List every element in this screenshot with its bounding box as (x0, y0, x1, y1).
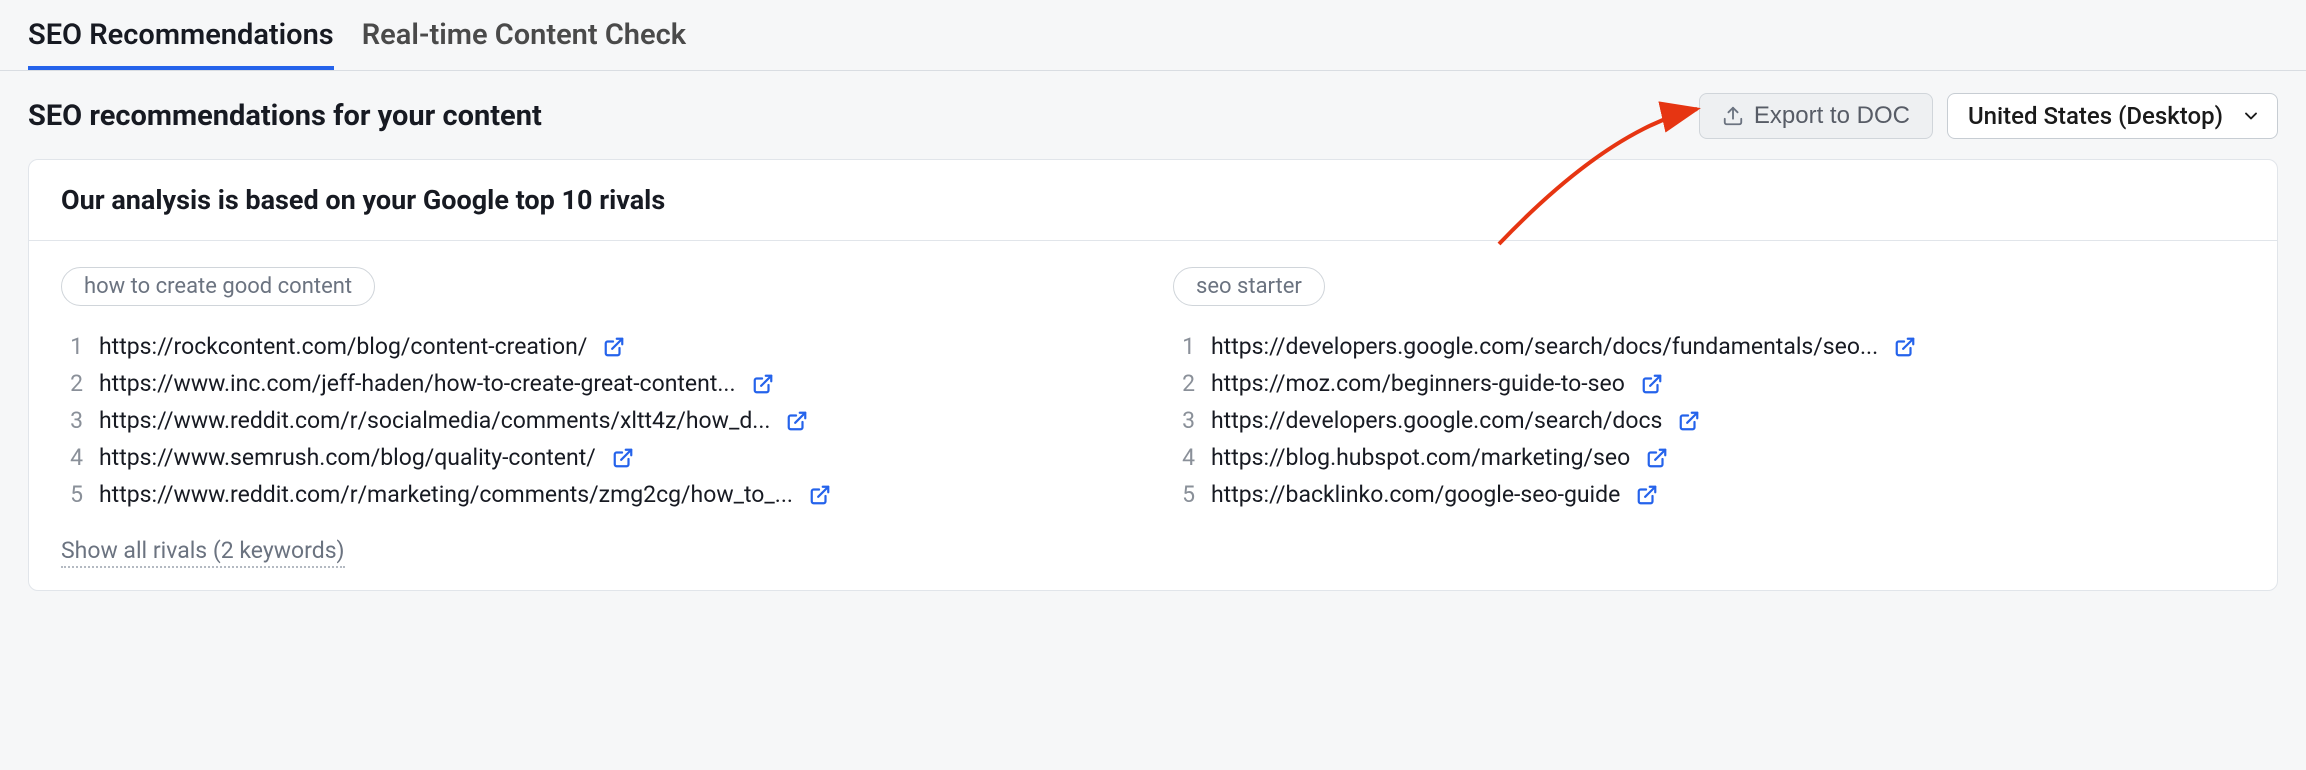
keyword-pill[interactable]: seo starter (1173, 267, 1325, 306)
locale-selector[interactable]: United States (Desktop) (1947, 93, 2278, 139)
rival-rank: 2 (61, 370, 83, 397)
rival-item: 1 https://developers.google.com/search/d… (1173, 328, 2245, 365)
external-link-icon[interactable] (603, 336, 625, 358)
external-link-icon[interactable] (1678, 410, 1700, 432)
locale-selector-value: United States (Desktop) (1968, 102, 2223, 130)
upload-icon (1722, 105, 1744, 127)
rival-item: 5 https://backlinko.com/google-seo-guide (1173, 476, 2245, 513)
rival-url: https://www.inc.com/jeff-haden/how-to-cr… (99, 370, 736, 397)
card-title: Our analysis is based on your Google top… (61, 184, 2245, 216)
rival-rank: 3 (61, 407, 83, 434)
rival-url: https://developers.google.com/search/doc… (1211, 407, 1662, 434)
external-link-icon[interactable] (1641, 373, 1663, 395)
rival-item: 2 https://www.inc.com/jeff-haden/how-to-… (61, 365, 1133, 402)
rival-list: 1 https://rockcontent.com/blog/content-c… (61, 328, 1133, 513)
rival-item: 4 https://www.semrush.com/blog/quality-c… (61, 439, 1133, 476)
keyword-column: seo starter 1 https://developers.google.… (1173, 267, 2245, 513)
rival-url: https://www.reddit.com/r/marketing/comme… (99, 481, 793, 508)
tab-realtime-content-check[interactable]: Real-time Content Check (362, 18, 686, 70)
external-link-icon[interactable] (809, 484, 831, 506)
rival-list: 1 https://developers.google.com/search/d… (1173, 328, 2245, 513)
rival-rank: 4 (1173, 444, 1195, 471)
card-body: how to create good content 1 https://roc… (29, 241, 2277, 590)
export-to-doc-button[interactable]: Export to DOC (1699, 93, 1933, 139)
tabs-bar: SEO Recommendations Real-time Content Ch… (0, 0, 2306, 71)
rival-url: https://www.semrush.com/blog/quality-con… (99, 444, 596, 471)
header-actions: Export to DOC United States (Desktop) (1699, 93, 2278, 139)
external-link-icon[interactable] (786, 410, 808, 432)
export-label: Export to DOC (1754, 102, 1910, 130)
external-link-icon[interactable] (752, 373, 774, 395)
show-all-rivals-link[interactable]: Show all rivals (2 keywords) (61, 537, 345, 568)
external-link-icon[interactable] (612, 447, 634, 469)
rival-item: 3 https://www.reddit.com/r/socialmedia/c… (61, 402, 1133, 439)
rival-item: 4 https://blog.hubspot.com/marketing/seo (1173, 439, 2245, 476)
chevron-down-icon (2241, 106, 2261, 126)
rival-url: https://www.reddit.com/r/socialmedia/com… (99, 407, 770, 434)
rival-rank: 1 (61, 333, 83, 360)
tab-seo-recommendations[interactable]: SEO Recommendations (28, 18, 334, 70)
card-header: Our analysis is based on your Google top… (29, 160, 2277, 241)
rival-rank: 4 (61, 444, 83, 471)
rival-item: 1 https://rockcontent.com/blog/content-c… (61, 328, 1133, 365)
external-link-icon[interactable] (1636, 484, 1658, 506)
rival-rank: 3 (1173, 407, 1195, 434)
external-link-icon[interactable] (1646, 447, 1668, 469)
rival-url: https://blog.hubspot.com/marketing/seo (1211, 444, 1630, 471)
rival-url: https://moz.com/beginners-guide-to-seo (1211, 370, 1625, 397)
rival-rank: 5 (1173, 481, 1195, 508)
rival-url: https://rockcontent.com/blog/content-cre… (99, 333, 587, 360)
rival-rank: 1 (1173, 333, 1195, 360)
keyword-column: how to create good content 1 https://roc… (61, 267, 1133, 513)
columns: how to create good content 1 https://roc… (61, 267, 2245, 513)
rival-item: 5 https://www.reddit.com/r/marketing/com… (61, 476, 1133, 513)
rival-item: 3 https://developers.google.com/search/d… (1173, 402, 2245, 439)
header-row: SEO recommendations for your content Exp… (0, 71, 2306, 159)
external-link-icon[interactable] (1894, 336, 1916, 358)
rival-rank: 5 (61, 481, 83, 508)
rivals-card: Our analysis is based on your Google top… (28, 159, 2278, 591)
rival-url: https://developers.google.com/search/doc… (1211, 333, 1878, 360)
rival-url: https://backlinko.com/google-seo-guide (1211, 481, 1620, 508)
rival-item: 2 https://moz.com/beginners-guide-to-seo (1173, 365, 2245, 402)
rival-rank: 2 (1173, 370, 1195, 397)
page-title: SEO recommendations for your content (28, 99, 542, 133)
keyword-pill[interactable]: how to create good content (61, 267, 375, 306)
